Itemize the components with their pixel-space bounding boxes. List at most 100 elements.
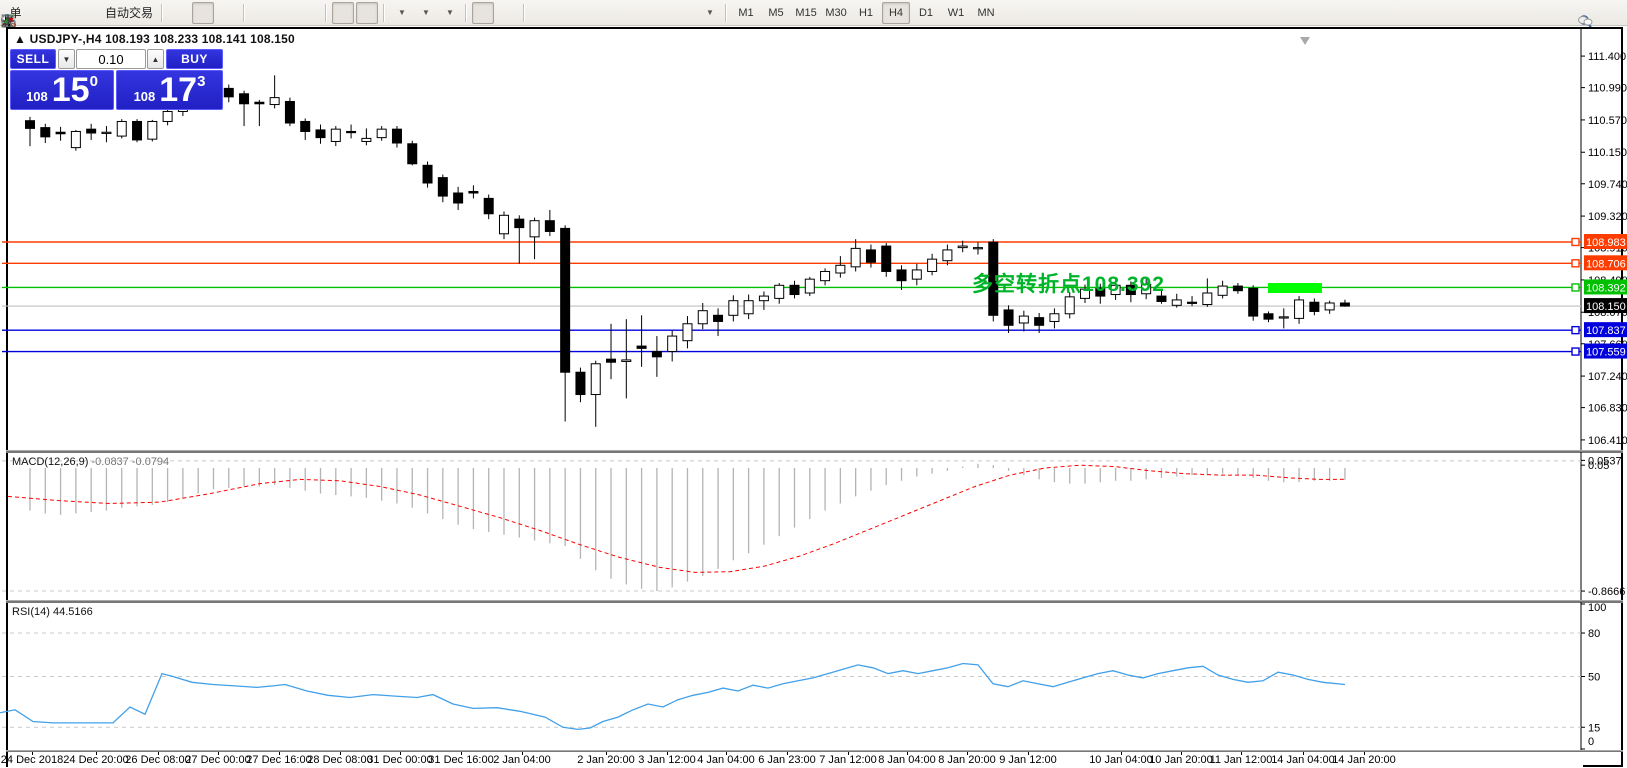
lot-increase-button[interactable]: ▲ — [147, 49, 164, 69]
buy-price-button[interactable]: 108 17 3 — [116, 70, 223, 110]
candle — [1279, 317, 1288, 318]
templates-button[interactable]: ▼ — [438, 2, 460, 24]
fibonacci-button[interactable]: F — [626, 2, 648, 24]
rsi-panel-canvas[interactable]: 1008050150 — [0, 602, 1627, 750]
candle — [255, 102, 264, 104]
time-axis-label: 9 Jan 12:00 — [999, 754, 1057, 766]
level-line-handle[interactable] — [1572, 348, 1579, 355]
crosshair-button[interactable] — [496, 2, 518, 24]
strategy-button[interactable] — [75, 2, 97, 24]
horizontal-line-button[interactable] — [554, 2, 576, 24]
level-price-label-text: 108.392 — [1586, 282, 1626, 294]
candle — [1310, 302, 1319, 311]
candle — [1004, 310, 1013, 325]
candle — [41, 128, 50, 137]
time-axis-label: 28 Dec 08:00 — [307, 754, 372, 766]
toolbar-group — [249, 1, 321, 25]
candle — [87, 129, 96, 133]
zoom-in-button[interactable] — [250, 2, 272, 24]
time-axis-label: 14 Jan 20:00 — [1332, 754, 1396, 766]
timeframe-h1-button[interactable]: H1 — [852, 2, 880, 24]
candle — [897, 270, 906, 281]
candle — [285, 101, 294, 123]
chat-button[interactable] — [1602, 2, 1624, 24]
text-label-button[interactable]: T — [674, 2, 696, 24]
timeframe-w1-button[interactable]: W1 — [942, 2, 970, 24]
chevron-down-icon[interactable]: ▼ — [706, 8, 714, 17]
timeframe-m1-button[interactable]: M1 — [732, 2, 760, 24]
macd-panel-canvas[interactable]: 0.05370.05-0.8666 — [0, 452, 1627, 600]
rsi-tick-label: 80 — [1588, 628, 1600, 640]
timeframe-m5-button[interactable]: M5 — [762, 2, 790, 24]
cursor-button[interactable] — [472, 2, 494, 24]
chevron-down-icon[interactable]: ▼ — [446, 8, 454, 17]
level-line-handle[interactable] — [1572, 284, 1579, 291]
symbol-ohlc-title: USDJPY-,H4 108.193 108.233 108.141 108.1… — [30, 32, 295, 46]
rsi-tick-label: 15 — [1588, 722, 1600, 734]
lot-size-input[interactable]: 0.10 — [76, 49, 146, 69]
toolbar-separator — [383, 4, 385, 22]
rsi-tick-label: 0 — [1588, 736, 1594, 748]
candle — [499, 215, 508, 233]
bar-chart-button[interactable] — [168, 2, 190, 24]
time-axis-label: 24 Dec 2018 — [1, 754, 63, 766]
chevron-down-icon[interactable]: ▼ — [422, 8, 430, 17]
level-line-handle[interactable] — [1572, 327, 1579, 334]
candle — [438, 178, 447, 196]
timeframe-h4-button[interactable]: H4 — [882, 2, 910, 24]
candle — [1264, 314, 1273, 319]
arrows-button[interactable]: ▼ — [698, 2, 720, 24]
chart-shift-button[interactable] — [356, 2, 378, 24]
candle — [912, 270, 921, 279]
chevron-down-icon[interactable]: ▼ — [398, 8, 406, 17]
auto-scroll-button[interactable] — [332, 2, 354, 24]
collapse-panel-arrow[interactable]: ▲ — [14, 32, 26, 46]
sell-button[interactable]: SELL — [10, 49, 56, 69]
candle — [698, 311, 707, 324]
auto-trading-button[interactable]: 自动交易 — [99, 2, 156, 24]
candle — [148, 121, 157, 139]
timeframe-mn-button[interactable]: MN — [972, 2, 1000, 24]
data-window-button[interactable] — [51, 2, 73, 24]
chart-shift-marker[interactable] — [1300, 37, 1310, 45]
equidistant-channel-button[interactable]: E — [602, 2, 624, 24]
rsi-label: RSI(14) 44.5166 — [12, 606, 93, 618]
vertical-line-button[interactable] — [530, 2, 552, 24]
tile-windows-button[interactable] — [298, 2, 320, 24]
time-axis[interactable]: 24 Dec 201824 Dec 20:0026 Dec 08:0027 De… — [8, 752, 1583, 767]
sell-price-button[interactable]: 108 15 0 — [10, 70, 114, 110]
candle — [744, 301, 753, 314]
time-axis-label: 10 Jan 04:00 — [1089, 754, 1153, 766]
lot-decrease-button[interactable]: ▼ — [58, 49, 75, 69]
periods-button[interactable]: ▼ — [414, 2, 436, 24]
price-tick-label: 109.740 — [1588, 179, 1627, 191]
timeframe-d1-button[interactable]: D1 — [912, 2, 940, 24]
time-axis-label: 8 Jan 20:00 — [938, 754, 996, 766]
zoom-out-button[interactable] — [274, 2, 296, 24]
timeframe-m15-button[interactable]: M15 — [792, 2, 820, 24]
candle — [469, 191, 478, 193]
rsi-line — [0, 664, 1345, 730]
indicators-button[interactable]: ▼ — [390, 2, 412, 24]
candle — [561, 228, 570, 372]
highlight-box[interactable] — [1268, 283, 1322, 293]
trendline-button[interactable] — [578, 2, 600, 24]
market-watch-button[interactable] — [27, 2, 49, 24]
text-button[interactable]: A — [650, 2, 672, 24]
candle — [545, 221, 554, 232]
main-chart-canvas[interactable]: 111.400110.990110.570110.150109.740109.3… — [0, 29, 1627, 450]
candlestick-chart-button[interactable] — [192, 2, 214, 24]
candle — [56, 132, 65, 134]
candle — [805, 279, 814, 293]
level-line-handle[interactable] — [1572, 260, 1579, 267]
candle — [821, 271, 830, 280]
buy-button[interactable]: BUY — [166, 49, 223, 69]
candle — [347, 131, 356, 132]
candle — [316, 130, 325, 138]
time-axis-label: 6 Jan 23:00 — [758, 754, 816, 766]
timeframe-m30-button[interactable]: M30 — [822, 2, 850, 24]
toolbar-separator — [523, 4, 525, 22]
level-line-handle[interactable] — [1572, 239, 1579, 246]
candle — [1203, 293, 1212, 305]
line-chart-button[interactable] — [216, 2, 238, 24]
